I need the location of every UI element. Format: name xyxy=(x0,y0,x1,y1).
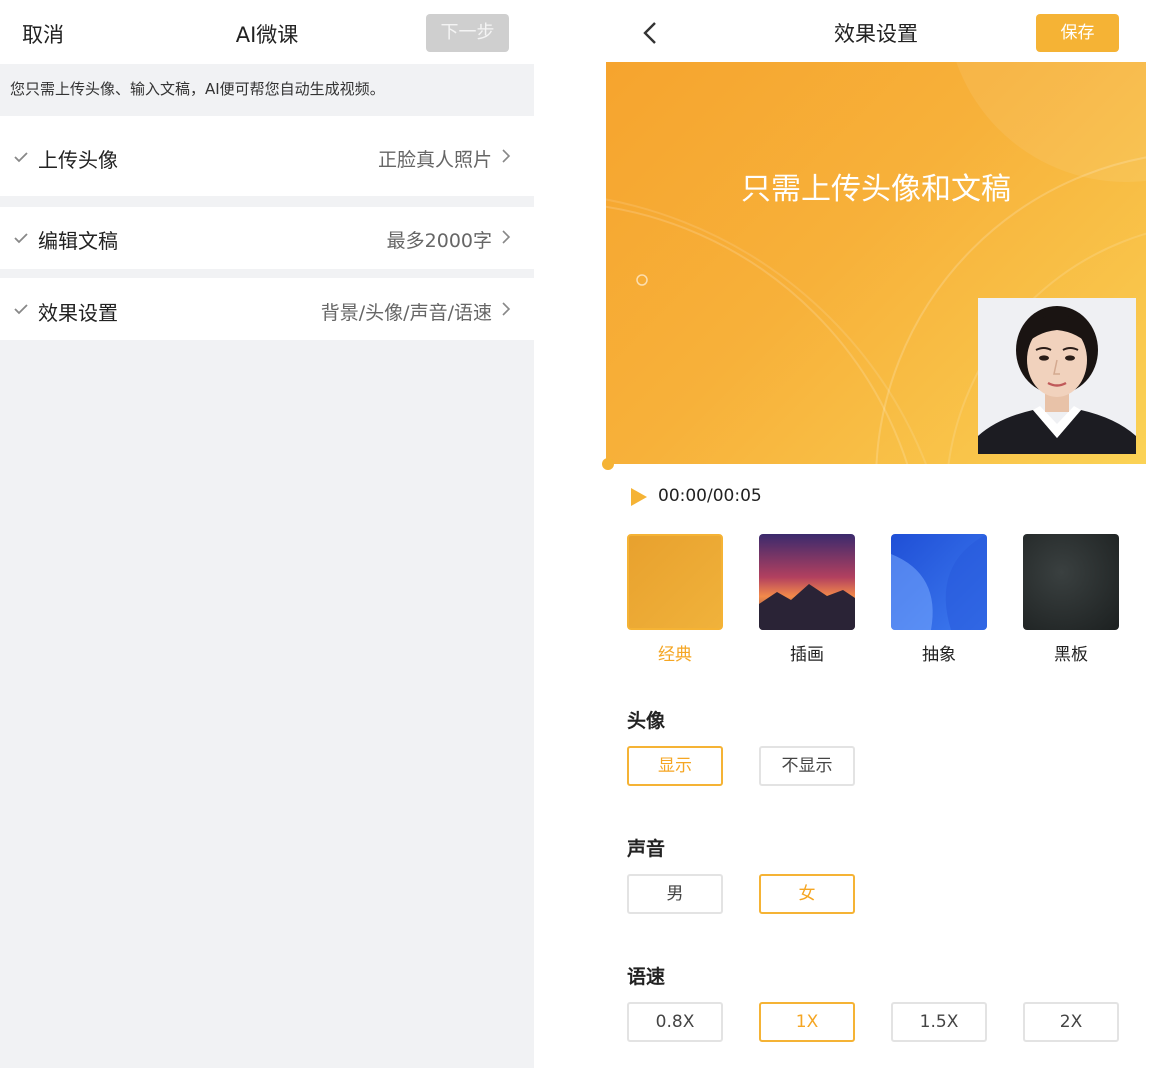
instruction-text: 您只需上传头像、输入文稿，AI便可帮您自动生成视频。 xyxy=(10,80,385,98)
background-thumb-blackboard[interactable] xyxy=(1023,534,1119,630)
background-label: 抽象 xyxy=(922,645,956,665)
ai-course-screen: 取消 AI微课 下一步 您只需上传头像、输入文稿，AI便可帮您自动生成视频。 上… xyxy=(0,0,534,1068)
top-bar: 效果设置 保存 xyxy=(606,0,1146,62)
preview-caption: 只需上传头像和文稿 xyxy=(741,172,1011,207)
row-label: 效果设置 xyxy=(38,301,118,325)
progress-handle[interactable] xyxy=(602,458,614,470)
background-thumb-abstract[interactable] xyxy=(891,534,987,630)
background-label: 黑板 xyxy=(1054,645,1088,665)
row-upload-avatar[interactable]: 上传头像 正脸真人照片 xyxy=(0,116,534,196)
chevron-right-icon xyxy=(502,230,511,244)
check-icon xyxy=(14,152,28,163)
speed-option-0-8x[interactable]: 0.8X xyxy=(627,1002,723,1042)
voice-section-title: 声音 xyxy=(627,838,666,860)
check-icon xyxy=(14,304,28,315)
effect-settings-screen: 效果设置 保存 只需上传头像和文稿 00:00/00:05 经典 插画 抽象 黑… xyxy=(602,0,1146,1068)
check-icon xyxy=(14,233,28,244)
voice-female-option[interactable]: 女 xyxy=(759,874,855,914)
avatar-hide-option[interactable]: 不显示 xyxy=(759,746,855,786)
speed-section-title: 语速 xyxy=(627,966,666,988)
row-effect-settings[interactable]: 效果设置 背景/头像/声音/语速 xyxy=(0,278,534,340)
playback-time: 00:00/00:05 xyxy=(658,486,762,506)
row-label: 编辑文稿 xyxy=(38,229,118,253)
speed-option-1x[interactable]: 1X xyxy=(759,1002,855,1042)
play-icon[interactable] xyxy=(630,487,648,507)
row-edit-script[interactable]: 编辑文稿 最多2000字 xyxy=(0,207,534,269)
speed-option-1-5x[interactable]: 1.5X xyxy=(891,1002,987,1042)
voice-male-option[interactable]: 男 xyxy=(627,874,723,914)
avatar-show-option[interactable]: 显示 xyxy=(627,746,723,786)
speed-option-2x[interactable]: 2X xyxy=(1023,1002,1119,1042)
background-thumb-classic[interactable] xyxy=(627,534,723,630)
background-label: 插画 xyxy=(790,645,824,665)
row-value: 最多2000字 xyxy=(386,230,492,252)
next-step-button[interactable]: 下一步 xyxy=(426,14,509,52)
background-label: 经典 xyxy=(658,645,692,665)
row-value: 正脸真人照片 xyxy=(377,149,492,171)
chevron-right-icon xyxy=(502,149,511,163)
avatar-photo xyxy=(978,298,1136,454)
row-label: 上传头像 xyxy=(38,148,118,172)
save-button[interactable]: 保存 xyxy=(1036,14,1119,52)
avatar-section-title: 头像 xyxy=(627,710,666,732)
video-preview[interactable]: 只需上传头像和文稿 xyxy=(606,62,1146,464)
top-bar: 取消 AI微课 下一步 xyxy=(0,0,534,64)
background-thumb-illustration[interactable] xyxy=(759,534,855,630)
chevron-right-icon xyxy=(502,302,511,316)
row-value: 背景/头像/声音/语速 xyxy=(320,302,492,324)
